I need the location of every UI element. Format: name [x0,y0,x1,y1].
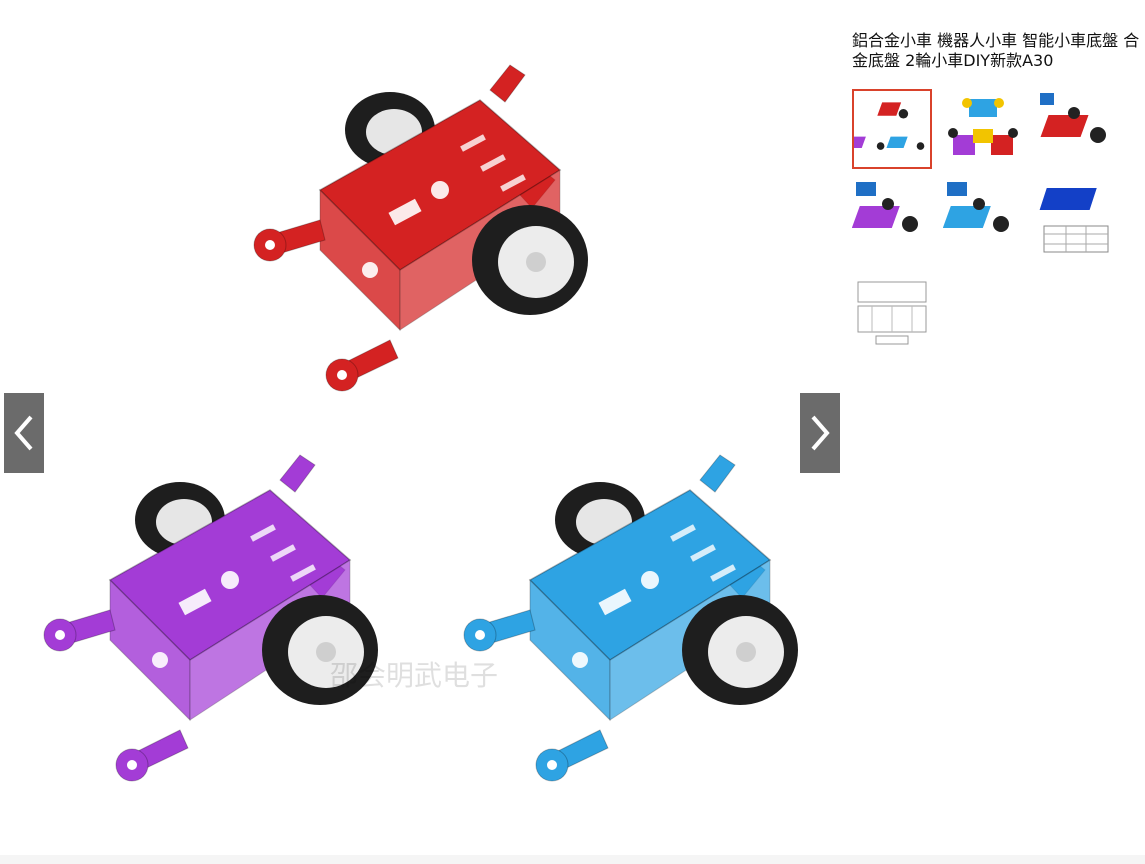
thumbnail-three-color-chassis[interactable] [852,89,932,169]
red-car [253,64,589,392]
thumbnail-purple-chassis-logo[interactable] [852,178,932,258]
product-sidebar: 鋁合金小車 機器人小車 智能小車底盤 合金底盤 2輪小車DIY新款A30 [846,0,1145,864]
main-product-image: 邵会明武电子 [43,64,799,782]
next-image-button[interactable] [800,393,840,473]
chevron-left-icon [14,415,33,451]
blue-car [463,454,799,782]
thumbnail-technical-drawing[interactable] [852,272,932,352]
page-footer-strip [0,855,1145,864]
product-title: 鋁合金小車 機器人小車 智能小車底盤 合金底盤 2輪小車DIY新款A30 [852,31,1140,70]
chevron-right-icon [811,415,830,451]
thumbnail-red-chassis-logo[interactable] [1036,89,1116,169]
thumbnail-dark-blue-chassis-drawing[interactable] [1036,178,1116,258]
prev-image-button[interactable] [4,393,44,473]
image-viewer: 邵会明武电子 [0,0,840,864]
purple-car [43,454,379,782]
thumbnail-blue-chassis-logo[interactable] [943,178,1023,258]
thumbnail-four-chassis-assortment[interactable] [943,89,1023,169]
watermark: 邵会明武电子 [330,659,498,692]
